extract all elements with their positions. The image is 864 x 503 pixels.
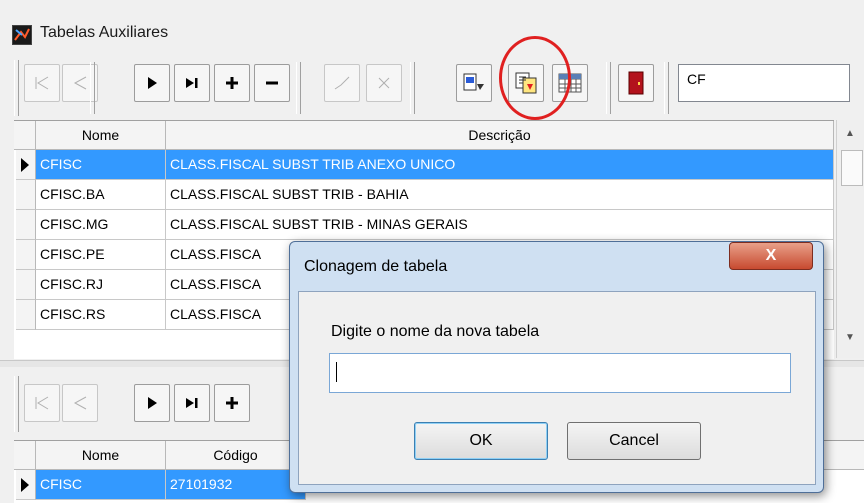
first-icon	[35, 76, 49, 90]
table-cell[interactable]: CFISC	[36, 150, 166, 180]
plus-icon	[226, 397, 238, 409]
delete-button[interactable]	[254, 64, 290, 102]
scroll-up-icon[interactable]: ▲	[845, 128, 855, 139]
first-record-button[interactable]	[24, 64, 60, 102]
app-icon	[12, 25, 32, 45]
first-record-button[interactable]	[24, 384, 60, 422]
next-record-button[interactable]	[134, 384, 170, 422]
dialog-close-button[interactable]: X	[729, 242, 813, 270]
first-icon	[35, 396, 49, 410]
current-row-icon	[21, 158, 29, 172]
row-indicator[interactable]	[16, 180, 36, 210]
table-cell[interactable]: CLASS.FISCAL SUBST TRIB - MINAS GERAIS	[166, 210, 834, 240]
column-header-codigo[interactable]: Código	[166, 441, 306, 469]
last-icon	[186, 398, 198, 408]
refresh-button[interactable]	[456, 64, 492, 102]
column-header-nome[interactable]: Nome	[36, 121, 166, 149]
row-indicator[interactable]	[16, 300, 36, 330]
ok-button[interactable]: OK	[414, 422, 548, 460]
last-record-button[interactable]	[174, 384, 210, 422]
row-indicator[interactable]	[16, 240, 36, 270]
scroll-down-icon[interactable]: ▼	[845, 332, 855, 343]
insert-button[interactable]	[214, 64, 250, 102]
cancel-x-icon	[378, 77, 390, 89]
row-indicator[interactable]	[16, 210, 36, 240]
insert-button[interactable]	[214, 384, 250, 422]
toolbar-separator	[664, 62, 669, 114]
indicator-header	[14, 441, 36, 469]
new-table-name-input[interactable]	[329, 353, 791, 393]
text-caret	[336, 362, 337, 382]
prior-record-button[interactable]	[62, 384, 98, 422]
refresh-icon	[463, 73, 484, 91]
bottom-toolbar	[24, 384, 324, 436]
current-row-icon	[21, 478, 29, 492]
prior-icon	[73, 76, 87, 90]
toolbar-separator	[90, 62, 95, 114]
cancel-button[interactable]: Cancel	[567, 422, 701, 460]
column-header-descricao[interactable]: Descrição	[166, 121, 834, 149]
vertical-scrollbar[interactable]: ▲ ▼	[836, 120, 864, 358]
minus-icon	[266, 81, 278, 85]
table-cell[interactable]: CFISC.RS	[36, 300, 166, 330]
window-title: Tabelas Auxiliares	[40, 24, 169, 41]
row-indicator[interactable]	[16, 270, 36, 300]
grid-header: Nome Descrição	[14, 121, 834, 150]
prior-icon	[73, 396, 87, 410]
last-icon	[186, 78, 198, 88]
table-cell[interactable]: CFISC.MG	[36, 210, 166, 240]
exit-door-icon	[628, 71, 644, 95]
scroll-thumb[interactable]	[841, 150, 863, 186]
toolbar-separator	[606, 62, 611, 114]
row-indicator[interactable]	[16, 470, 36, 500]
table-cell[interactable]: CFISC	[36, 470, 166, 500]
next-icon	[148, 77, 157, 89]
table-cell[interactable]: CFISC.PE	[36, 240, 166, 270]
edit-icon	[334, 76, 350, 90]
bottom-toolbar-grip[interactable]	[14, 376, 19, 432]
table-cell[interactable]: CLASS.FISCAL SUBST TRIB - BAHIA	[166, 180, 834, 210]
dialog-title: Clonagem de tabela	[304, 258, 448, 275]
last-record-button[interactable]	[174, 64, 210, 102]
dialog-prompt: Digite o nome da nova tabela	[331, 323, 540, 340]
cancel-edit-button[interactable]	[366, 64, 402, 102]
toolbar-grip[interactable]	[14, 60, 19, 116]
indicator-header	[14, 121, 36, 149]
filter-input[interactable]: CF	[678, 64, 850, 102]
table-cell[interactable]: 27101932	[166, 470, 306, 500]
toolbar-separator	[296, 62, 301, 114]
next-record-button[interactable]	[134, 64, 170, 102]
toolbar-separator	[410, 62, 415, 114]
highlight-circle	[499, 36, 571, 120]
table-cell[interactable]: CFISC.BA	[36, 180, 166, 210]
table-cell[interactable]: CFISC.RJ	[36, 270, 166, 300]
plus-icon	[226, 77, 238, 89]
exit-button[interactable]	[618, 64, 654, 102]
post-button[interactable]	[324, 64, 360, 102]
row-indicator[interactable]	[16, 150, 36, 180]
column-header-nome[interactable]: Nome	[36, 441, 166, 469]
next-icon	[148, 397, 157, 409]
table-cell[interactable]: CLASS.FISCAL SUBST TRIB ANEXO UNICO	[166, 150, 834, 180]
